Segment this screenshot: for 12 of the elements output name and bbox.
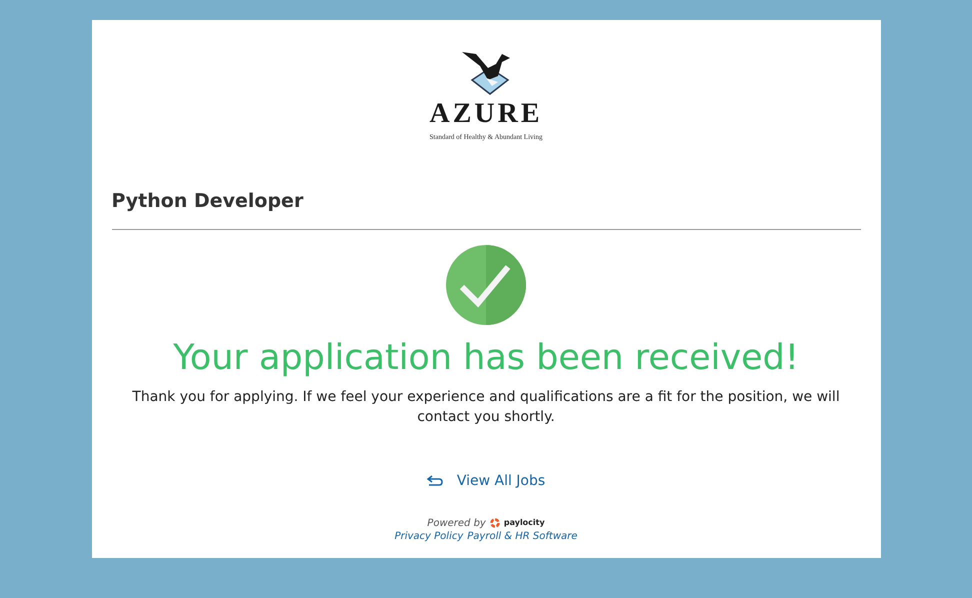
- powered-by-text: Powered by: [427, 516, 486, 531]
- footer-link[interactable]: Payroll & HR Software: [467, 530, 578, 543]
- paylocity-logo-icon: [490, 518, 500, 528]
- footer-link[interactable]: Privacy Policy: [394, 530, 464, 543]
- paylocity-wordmark: paylocity: [504, 517, 545, 530]
- job-title: Python Developer: [112, 188, 304, 214]
- confirmation-message: Thank you for applying. If we feel your experience and qualifications are a fit for the position, we will contact you shortly.: [131, 388, 841, 427]
- back-arrow-icon: [426, 475, 443, 488]
- checkmark-icon: [446, 245, 526, 325]
- view-all-jobs-link[interactable]: View All Jobs: [426, 470, 546, 492]
- logo-wordmark: AZURE: [429, 100, 542, 128]
- confirmation-heading: Your application has been received!: [173, 337, 799, 380]
